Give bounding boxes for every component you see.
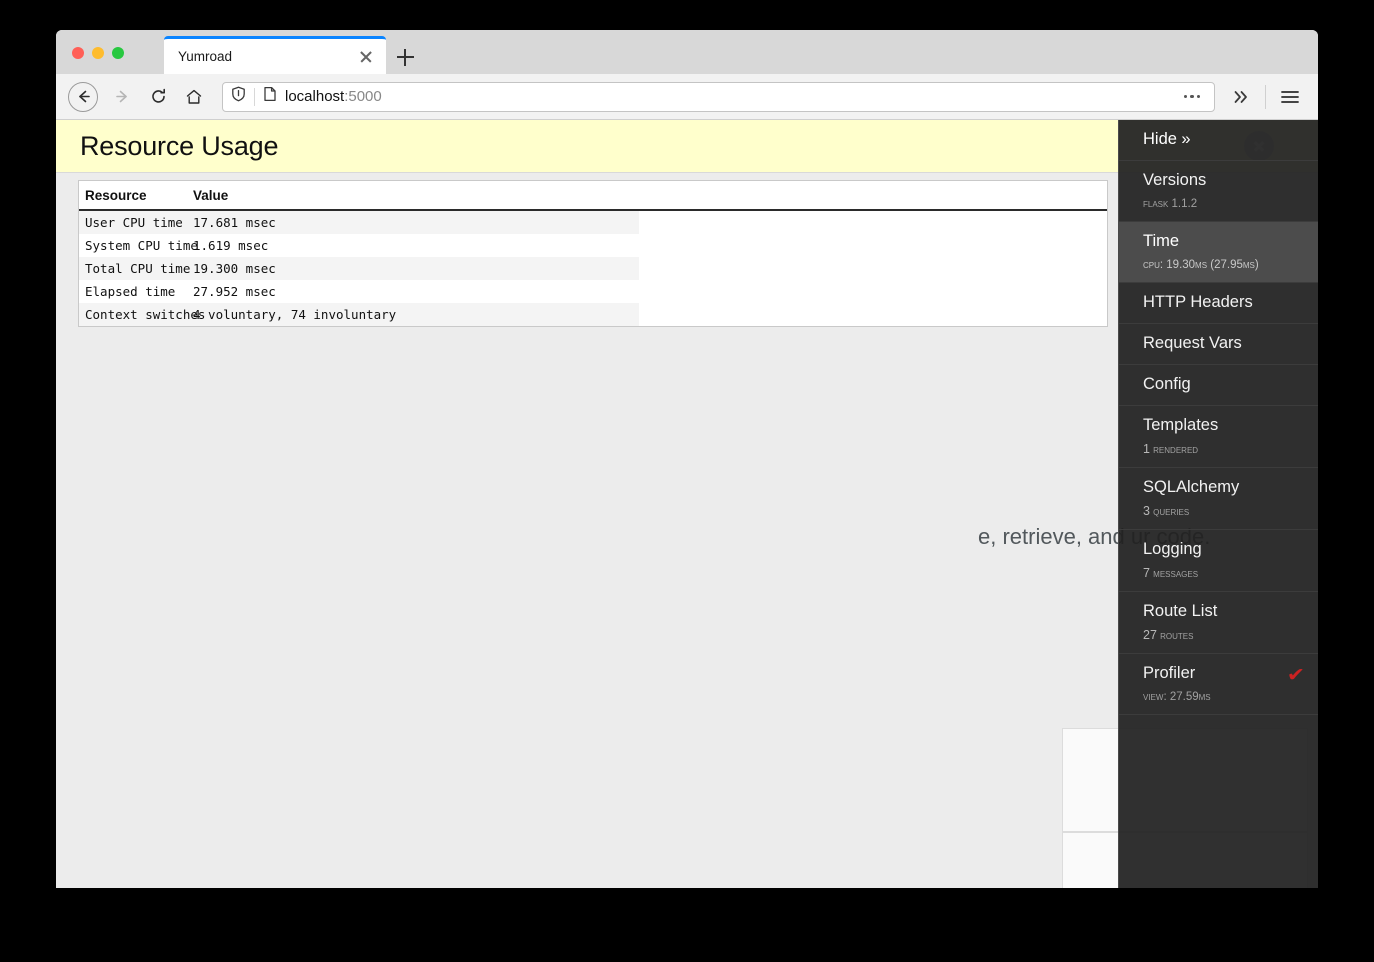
table-row: System CPU time 1.619 msec	[79, 234, 1107, 257]
cell-resource: Total CPU time	[79, 257, 190, 280]
browser-tab-yumroad[interactable]: Yumroad	[164, 36, 386, 74]
debug-panel-title: Templates	[1143, 416, 1219, 434]
cell-value: 1.619 msec	[193, 238, 269, 253]
page-icon	[263, 86, 277, 107]
table-header-row: Resource Value	[79, 181, 1107, 211]
debug-panel-count: 27	[1143, 628, 1157, 642]
cell-spacer	[639, 210, 1107, 234]
close-icon[interactable]	[356, 47, 376, 67]
cell-spacer	[639, 303, 1107, 326]
hide-label: Hide	[1143, 130, 1177, 148]
debug-panel-subtext: queries	[1153, 506, 1190, 518]
debug-panel-title: Logging	[1143, 540, 1202, 558]
debug-panel-sqlalchemy[interactable]: SQLAlchemy 3 queries	[1119, 468, 1318, 530]
table-row: Elapsed time 27.952 msec	[79, 280, 1107, 303]
resource-table: Resource Value User CPU time 17.681 msec S…	[79, 181, 1107, 326]
back-arrow-icon[interactable]	[68, 81, 98, 112]
debug-panel-title: Config	[1143, 375, 1191, 393]
tab-strip: Yumroad	[56, 30, 1318, 74]
debug-panel-subtext: messages	[1153, 568, 1199, 580]
debug-panel-request-vars[interactable]: Request Vars	[1119, 324, 1318, 365]
debug-panel-title: Route List	[1143, 602, 1218, 620]
flask-debug-toolbar: Hide » Versions Flask 1.1.2 Time CPU: 19.30…	[1118, 120, 1318, 888]
debug-panel-subtitle: Flask 1.1.2	[1143, 197, 1302, 211]
cell-spacer	[639, 257, 1107, 280]
debug-panel-subtext: CPU: 19.30ms (27.95ms)	[1143, 259, 1259, 271]
debug-panel-time[interactable]: Time CPU: 19.30ms (27.95ms)	[1119, 222, 1318, 283]
debug-panel-title: HTTP Headers	[1143, 293, 1253, 311]
cell-value: 27.952 msec	[193, 284, 276, 299]
debug-toolbar-filler	[1119, 715, 1318, 885]
maximize-window-button[interactable]	[112, 47, 124, 59]
chevron-double-right-icon[interactable]	[1225, 81, 1257, 113]
debug-panel-subtitle: 3 queries	[1143, 504, 1302, 519]
page-viewport: Register Login e, retrieve, and ur code.…	[56, 120, 1318, 888]
browser-window: Yumroad localhost:5000 e, retrieve, and …	[56, 30, 1318, 888]
debug-panel-title: Request Vars	[1143, 334, 1242, 352]
debug-panel-subtitle: View: 27.59ms	[1143, 690, 1302, 704]
debug-panel-subtitle: 1 rendered	[1143, 442, 1302, 457]
column-header-resource: Resource	[79, 181, 187, 211]
home-icon[interactable]	[178, 81, 210, 113]
debug-panel-subtext: View: 27.59ms	[1143, 691, 1211, 703]
active-panel-pointer-icon	[1118, 243, 1119, 261]
table-row: Context switches 4 voluntary, 74 involunt…	[79, 303, 1107, 326]
cell-value: 17.681 msec	[187, 210, 639, 234]
tab-title: Yumroad	[178, 49, 233, 64]
debug-toolbar-panel-list: Versions Flask 1.1.2 Time CPU: 19.30ms (27.…	[1119, 161, 1318, 715]
debug-panel-title: Time	[1143, 232, 1180, 250]
debug-panel-config[interactable]: Config	[1119, 365, 1318, 406]
debug-panel-count: 7	[1143, 566, 1150, 580]
close-window-button[interactable]	[72, 47, 84, 59]
hamburger-menu-icon[interactable]	[1274, 81, 1306, 113]
debug-panel-subtext: rendered	[1153, 444, 1199, 456]
cell-resource: System CPU time	[85, 238, 198, 253]
debug-panel-count: 3	[1143, 504, 1150, 518]
divider	[1265, 84, 1266, 109]
shield-icon[interactable]	[231, 86, 246, 107]
cell-resource: Context switches	[79, 303, 205, 326]
divider	[254, 87, 255, 106]
reload-icon[interactable]	[142, 81, 174, 113]
cell-resource: Elapsed time	[85, 284, 176, 299]
debug-panel-versions[interactable]: Versions Flask 1.1.2	[1119, 161, 1318, 222]
debug-panel-title: SQLAlchemy	[1143, 478, 1240, 496]
debug-panel-subtitle: 27 routes	[1143, 628, 1302, 643]
table-row: User CPU time 17.681 msec	[79, 210, 1107, 234]
debug-panel-subtext: Flask 1.1.2	[1143, 198, 1198, 210]
url-text: localhost:5000	[285, 88, 382, 105]
resource-table-panel: Resource Value User CPU time 17.681 msec S…	[78, 180, 1108, 327]
debug-panel-templates[interactable]: Templates 1 rendered	[1119, 406, 1318, 468]
debug-panel-subtitle: 7 messages	[1143, 566, 1302, 581]
debug-toolbar-hide-button[interactable]: Hide »	[1119, 120, 1318, 161]
check-icon: ✔	[1286, 665, 1306, 686]
debug-panel-profiler[interactable]: Profiler View: 27.59ms ✔	[1119, 654, 1318, 715]
cell-resource: User CPU time	[79, 210, 187, 234]
table-row: Total CPU time 19.300 msec	[79, 257, 1107, 280]
url-bar[interactable]: localhost:5000	[222, 81, 1215, 112]
cell-value: 4 voluntary, 74 involuntary	[187, 303, 639, 326]
plus-icon[interactable]	[386, 40, 424, 74]
debug-panel-logging[interactable]: Logging 7 messages	[1119, 530, 1318, 592]
chevron-double-right-icon: »	[1181, 130, 1191, 148]
three-dots-icon[interactable]	[1178, 94, 1207, 99]
column-header-spacer	[639, 181, 1107, 211]
table-body: User CPU time 17.681 msec System CPU time 1…	[79, 210, 1107, 326]
debug-panel-count: 1	[1143, 442, 1150, 456]
cell-spacer	[639, 234, 1107, 257]
minimize-window-button[interactable]	[92, 47, 104, 59]
browser-toolbar: localhost:5000	[56, 74, 1318, 120]
column-header-value: Value	[187, 181, 639, 211]
cell-spacer	[639, 280, 1107, 303]
page-title: Resource Usage	[80, 130, 279, 161]
cell-value: 19.300 msec	[187, 257, 639, 280]
debug-panel-subtitle: CPU: 19.30ms (27.95ms)	[1143, 258, 1302, 272]
window-controls	[72, 47, 124, 59]
debug-panel-title: Versions	[1143, 171, 1207, 189]
forward-arrow-icon[interactable]	[106, 81, 138, 113]
debug-panel-title: Profiler	[1143, 664, 1196, 682]
debug-panel-subtext: routes	[1160, 630, 1194, 642]
debug-panel-route-list[interactable]: Route List 27 routes	[1119, 592, 1318, 654]
debug-panel-http-headers[interactable]: HTTP Headers	[1119, 283, 1318, 324]
